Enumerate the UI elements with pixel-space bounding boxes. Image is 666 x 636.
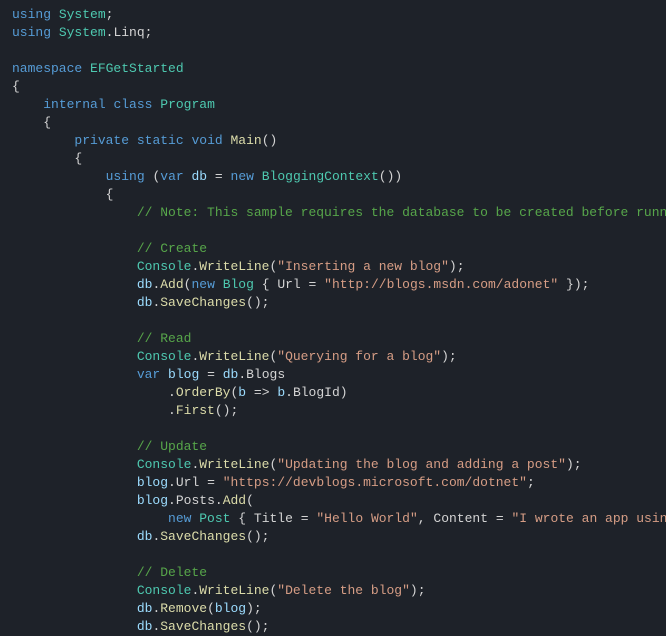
- method-savechanges: SaveChanges: [160, 619, 246, 634]
- method-add: Add: [160, 277, 183, 292]
- str-insert: "Inserting a new blog": [277, 259, 449, 274]
- var-db: db: [137, 619, 153, 634]
- ns-linq: Linq: [113, 25, 144, 40]
- type-system: System: [59, 25, 106, 40]
- kw-var: var: [160, 169, 183, 184]
- method-writeline: WriteLine: [199, 457, 269, 472]
- var-db: db: [223, 367, 239, 382]
- kw-namespace: namespace: [12, 61, 82, 76]
- var-db: db: [137, 529, 153, 544]
- comment-create: // Create: [137, 241, 207, 256]
- str-blog-url: "http://blogs.msdn.com/adonet": [324, 277, 558, 292]
- method-main: Main: [231, 133, 262, 148]
- comment-read: // Read: [137, 331, 192, 346]
- kw-static: static: [137, 133, 184, 148]
- method-writeline: WriteLine: [199, 583, 269, 598]
- prop-blogs: Blogs: [246, 367, 285, 382]
- kw-using: using: [12, 7, 51, 22]
- prop-url: Url: [176, 475, 199, 490]
- prop-content: Content: [433, 511, 488, 526]
- var-db: db: [137, 601, 153, 616]
- kw-internal: internal: [43, 97, 105, 112]
- str-update: "Updating the blog and adding a post": [277, 457, 566, 472]
- method-remove: Remove: [160, 601, 207, 616]
- var-db: db: [137, 295, 153, 310]
- str-query: "Querying for a blog": [277, 349, 441, 364]
- type-console: Console: [137, 349, 192, 364]
- kw-private: private: [74, 133, 129, 148]
- kw-new: new: [168, 511, 191, 526]
- comment-update: // Update: [137, 439, 207, 454]
- var-blog: blog: [215, 601, 246, 616]
- type-post: Post: [199, 511, 230, 526]
- kw-using: using: [106, 169, 145, 184]
- type-console: Console: [137, 457, 192, 472]
- type-blog: Blog: [223, 277, 254, 292]
- method-writeline: WriteLine: [199, 349, 269, 364]
- var-db: db: [137, 277, 153, 292]
- type-console: Console: [137, 583, 192, 598]
- var-b: b: [238, 385, 246, 400]
- method-first: First: [176, 403, 215, 418]
- method-savechanges: SaveChanges: [160, 295, 246, 310]
- type-system: System: [59, 7, 106, 22]
- comment-delete: // Delete: [137, 565, 207, 580]
- prop-url: Url: [277, 277, 300, 292]
- str-delete: "Delete the blog": [277, 583, 410, 598]
- method-writeline: WriteLine: [199, 259, 269, 274]
- str-hello: "Hello World": [316, 511, 417, 526]
- prop-posts: Posts: [176, 493, 215, 508]
- kw-class: class: [113, 97, 152, 112]
- method-add: Add: [223, 493, 246, 508]
- code-block: using System; using System.Linq; namespa…: [0, 0, 666, 636]
- kw-using: using: [12, 25, 51, 40]
- var-b: b: [277, 385, 285, 400]
- kw-var: var: [137, 367, 160, 382]
- method-orderby: OrderBy: [176, 385, 231, 400]
- str-devblog: "https://devblogs.microsoft.com/dotnet": [223, 475, 527, 490]
- var-blog: blog: [168, 367, 199, 382]
- str-wrote: "I wrote an app using: [511, 511, 666, 526]
- type-program: Program: [160, 97, 215, 112]
- prop-blogid: BlogId: [293, 385, 340, 400]
- method-savechanges: SaveChanges: [160, 529, 246, 544]
- comment-note: // Note: This sample requires the databa…: [137, 205, 666, 220]
- prop-title: Title: [254, 511, 293, 526]
- var-blog: blog: [137, 493, 168, 508]
- var-db: db: [191, 169, 207, 184]
- ns-name: EFGetStarted: [90, 61, 184, 76]
- kw-new: new: [231, 169, 254, 184]
- kw-void: void: [191, 133, 222, 148]
- type-bloggingcontext: BloggingContext: [262, 169, 379, 184]
- type-console: Console: [137, 259, 192, 274]
- var-blog: blog: [137, 475, 168, 490]
- kw-new: new: [191, 277, 214, 292]
